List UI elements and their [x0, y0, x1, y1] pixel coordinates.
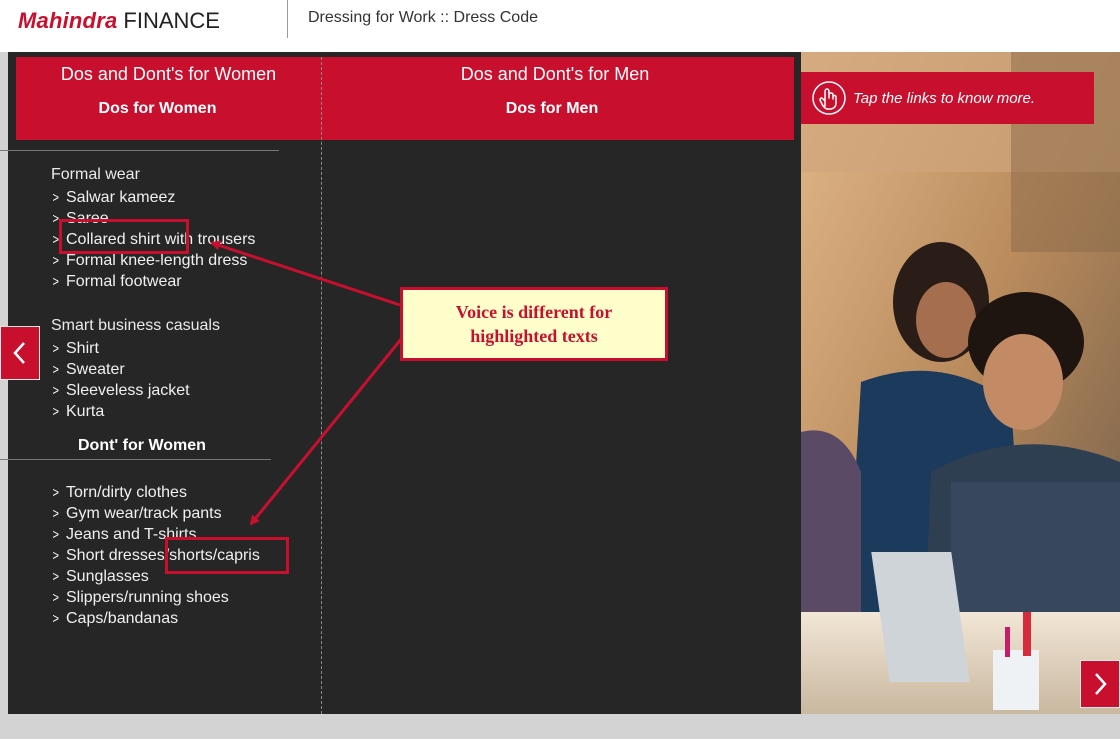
prev-page-button[interactable] — [0, 326, 40, 380]
arrow-to-shorts — [249, 337, 404, 526]
annotation-callout: Voice is different for highlighted texts — [400, 287, 668, 361]
tap-hint-banner: Tap the links to know more. — [801, 72, 1094, 124]
course-screen: Mahindra FINANCE Dressing for Work :: Dr… — [0, 0, 1120, 739]
chevron-right-icon — [1095, 673, 1107, 695]
next-page-button[interactable] — [1080, 660, 1120, 708]
tap-hint-text: Tap the links to know more. — [853, 89, 1036, 107]
callout-line-2: highlighted texts — [470, 326, 598, 346]
callout-line-1: Voice is different for — [455, 302, 613, 322]
arrow-to-collared — [210, 240, 401, 307]
footer-bar — [0, 714, 1120, 739]
chevron-left-icon — [13, 342, 25, 364]
office-photo — [801, 52, 1120, 714]
tap-hand-icon — [812, 81, 846, 115]
